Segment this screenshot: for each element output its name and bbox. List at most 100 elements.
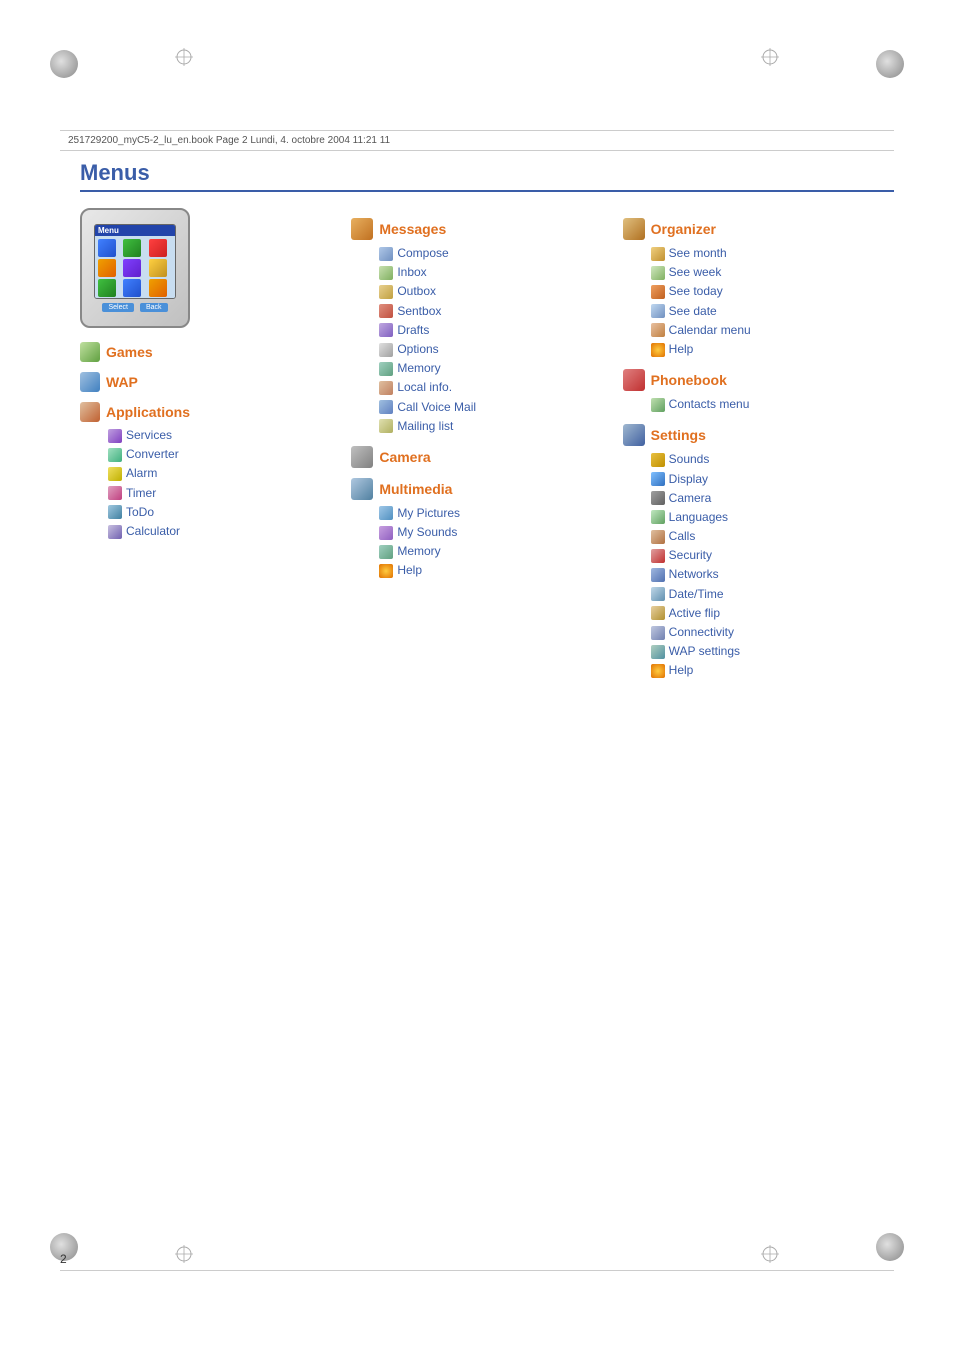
col-right: Organizer See month See week See today	[623, 208, 894, 683]
drafts-icon	[379, 323, 393, 337]
multimedia-header: Multimedia	[351, 478, 612, 500]
set-datetime: Date/Time	[651, 585, 884, 604]
messages-icon	[351, 218, 373, 240]
page-title: Menus	[80, 160, 894, 192]
phonebook-items: Contacts menu	[651, 395, 884, 414]
msg-compose: Compose	[379, 244, 612, 263]
local-icon	[379, 381, 393, 395]
applications-title: Applications	[106, 404, 190, 420]
timer-icon	[108, 486, 122, 500]
wap-settings-icon	[651, 645, 665, 659]
phone-cell-1	[98, 239, 116, 257]
games-header: Games	[80, 342, 341, 362]
connectivity-icon	[651, 626, 665, 640]
date-icon	[651, 304, 665, 318]
app-services: Services	[108, 426, 341, 445]
settings-items: Sounds Display Camera Languages Calls	[651, 450, 884, 680]
organizer-header: Organizer	[623, 218, 884, 240]
applications-items: Services Converter Alarm Timer ToDo	[108, 426, 341, 541]
converter-icon	[108, 448, 122, 462]
languages-icon	[651, 510, 665, 524]
messages-header: Messages	[351, 218, 612, 240]
msg-memory: Memory	[379, 359, 612, 378]
calls-icon	[651, 530, 665, 544]
camera-set-icon	[651, 491, 665, 505]
org-help-icon	[651, 343, 665, 357]
activeflip-icon	[651, 606, 665, 620]
org-calmenu: Calendar menu	[651, 321, 884, 340]
msg-inbox: Inbox	[379, 263, 612, 282]
org-date: See date	[651, 302, 884, 321]
msg-options: Options	[379, 340, 612, 359]
footer-line: 2	[60, 1266, 894, 1271]
outbox-icon	[379, 285, 393, 299]
set-display: Display	[651, 470, 884, 489]
week-icon	[651, 266, 665, 280]
corner-top-left	[50, 50, 78, 78]
phone-cell-6	[149, 259, 167, 277]
settings-title: Settings	[651, 427, 706, 443]
msg-local: Local info.	[379, 378, 612, 397]
menus-layout: Menu Phonebook Select	[80, 208, 894, 683]
mm-pictures: My Pictures	[379, 504, 612, 523]
settings-icon	[623, 424, 645, 446]
applications-header: Applications	[80, 402, 341, 422]
alarm-icon	[108, 467, 122, 481]
org-month: See month	[651, 244, 884, 263]
msg-memory-icon	[379, 362, 393, 376]
app-alarm: Alarm	[108, 464, 341, 483]
set-activeflip: Active flip	[651, 604, 884, 623]
mm-help-icon	[379, 564, 393, 578]
org-today: See today	[651, 282, 884, 301]
crosshair-tr	[761, 48, 779, 66]
settings-header: Settings	[623, 424, 884, 446]
games-icon	[80, 342, 100, 362]
phone-cell-8	[123, 279, 141, 297]
phone-cell-9	[149, 279, 167, 297]
services-icon	[108, 429, 122, 443]
pb-contacts: Contacts menu	[651, 395, 884, 414]
mm-sounds-icon	[379, 526, 393, 540]
organizer-items: See month See week See today See date Ca…	[651, 244, 884, 359]
networks-icon	[651, 568, 665, 582]
set-languages: Languages	[651, 508, 884, 527]
applications-icon	[80, 402, 100, 422]
app-todo: ToDo	[108, 503, 341, 522]
phone-cell-2	[123, 239, 141, 257]
inbox-icon	[379, 266, 393, 280]
phone-image: Menu Phonebook Select	[80, 208, 190, 328]
set-connectivity: Connectivity	[651, 623, 884, 642]
camera-title: Camera	[379, 449, 430, 465]
app-calculator: Calculator	[108, 522, 341, 541]
phonebook-title: Phonebook	[651, 372, 727, 388]
phone-select-btn: Select	[102, 303, 133, 312]
messages-items: Compose Inbox Outbox Sentbox Drafts	[379, 244, 612, 436]
set-sounds: Sounds	[651, 450, 884, 469]
voice-icon	[379, 400, 393, 414]
phone-screen-content	[95, 236, 175, 299]
datetime-icon	[651, 587, 665, 601]
sounds-icon	[651, 453, 665, 467]
header-strip: 251729200_myC5-2_lu_en.book Page 2 Lundi…	[60, 130, 894, 151]
mm-memory-icon	[379, 545, 393, 559]
display-icon	[651, 472, 665, 486]
phone-cell-7	[98, 279, 116, 297]
sentbox-icon	[379, 304, 393, 318]
wap-icon	[80, 372, 100, 392]
set-help-icon	[651, 664, 665, 678]
multimedia-title: Multimedia	[379, 481, 452, 497]
msg-voice: Call Voice Mail	[379, 398, 612, 417]
mm-sounds: My Sounds	[379, 523, 612, 542]
camera-header: Camera	[351, 446, 612, 468]
msg-outbox: Outbox	[379, 282, 612, 301]
today-icon	[651, 285, 665, 299]
msg-sentbox: Sentbox	[379, 302, 612, 321]
options-icon	[379, 343, 393, 357]
contacts-icon	[651, 398, 665, 412]
corner-top-right	[876, 50, 904, 78]
org-help: Help	[651, 340, 884, 359]
page-content: Menus Menu	[80, 160, 894, 1251]
phone-back-btn: Back	[140, 303, 168, 312]
phone-cell-4	[98, 259, 116, 277]
pictures-icon	[379, 506, 393, 520]
